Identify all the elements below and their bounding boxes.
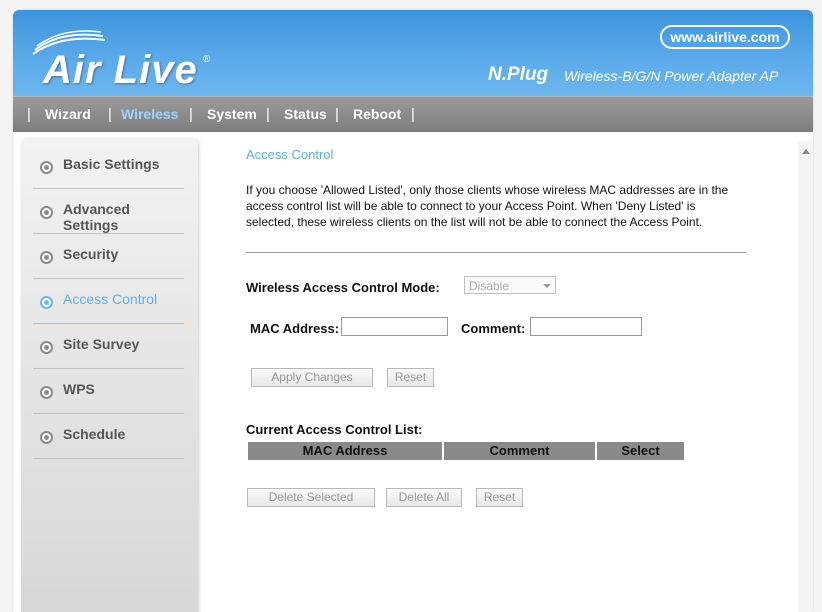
reset-button[interactable]: Reset (387, 368, 434, 387)
nav-separator: | (108, 106, 112, 123)
sidebar-item-schedule[interactable]: Schedule (33, 413, 184, 459)
website-url[interactable]: www.airlive.com (660, 25, 790, 49)
delete-selected-button[interactable]: Delete Selected (247, 488, 375, 507)
nav-wizard[interactable]: Wizard (45, 97, 91, 132)
product-description: Wireless-B/G/N Power Adapter AP (564, 68, 779, 84)
page-title: Access Control (246, 147, 334, 162)
nav-system[interactable]: System (207, 97, 257, 132)
sidebar-item-wps[interactable]: WPS (33, 368, 184, 414)
vertical-scrollbar[interactable] (798, 141, 813, 612)
sidebar-item-advanced-settings[interactable]: Advanced Settings (33, 188, 184, 234)
nav-separator: | (27, 106, 31, 123)
app-frame: Air Live ® www.airlive.com N.Plug Wirele… (13, 10, 813, 612)
sidebar: Basic Settings Advanced Settings Securit… (21, 138, 198, 612)
nav-separator: | (411, 106, 415, 123)
nav-separator: | (266, 106, 270, 123)
sidebar-item-label: WPS (63, 381, 95, 397)
radio-bullet-icon (40, 386, 53, 399)
comment-input[interactable] (530, 317, 642, 336)
mac-address-input[interactable] (341, 317, 448, 336)
model-name: N.Plug (488, 64, 549, 85)
radio-bullet-icon (40, 206, 53, 219)
apply-changes-button[interactable]: Apply Changes (251, 368, 373, 387)
nav-status[interactable]: Status (284, 97, 327, 132)
sidebar-item-label: Site Survey (63, 336, 140, 352)
access-control-mode-select[interactable]: Disable (464, 276, 556, 294)
access-list-title: Current Access Control List: (246, 422, 423, 437)
scroll-up-arrow-icon[interactable] (802, 149, 810, 154)
table-header-mac: MAC Address (248, 442, 442, 460)
page-description: If you choose 'Allowed Listed', only tho… (246, 183, 729, 229)
radio-bullet-icon (40, 251, 53, 264)
top-nav: | Wizard | Wireless | System | Status | … (13, 96, 813, 132)
airlive-logo: Air Live (43, 48, 198, 92)
radio-bullet-icon (40, 431, 53, 444)
access-control-mode-label: Wireless Access Control Mode: (246, 280, 440, 295)
mac-address-label: MAC Address: (250, 321, 340, 336)
nav-separator: | (335, 106, 339, 123)
chevron-down-icon (543, 284, 551, 288)
radio-bullet-icon (40, 161, 53, 174)
logo-registered-mark: ® (203, 54, 211, 65)
header-banner: Air Live ® www.airlive.com N.Plug Wirele… (13, 10, 813, 96)
sidebar-item-label: Schedule (63, 426, 126, 442)
reset-list-button[interactable]: Reset (476, 488, 523, 507)
comment-label: Comment: (461, 321, 526, 336)
table-header-comment: Comment (444, 442, 595, 460)
table-header-select: Select (597, 442, 684, 460)
sidebar-item-label: Access Control (63, 291, 158, 307)
divider (246, 252, 746, 253)
nav-separator: | (189, 106, 193, 123)
radio-bullet-icon (40, 341, 53, 354)
sidebar-item-security[interactable]: Security (33, 233, 184, 279)
sidebar-item-access-control[interactable]: Access Control (33, 278, 184, 324)
sidebar-item-site-survey[interactable]: Site Survey (33, 323, 184, 369)
sidebar-item-label: Advanced Settings (63, 201, 130, 233)
nav-reboot[interactable]: Reboot (353, 97, 401, 132)
radio-bullet-icon (40, 296, 53, 309)
sidebar-item-label: Security (63, 246, 119, 262)
nav-wireless[interactable]: Wireless (121, 97, 178, 132)
sidebar-item-basic-settings[interactable]: Basic Settings (33, 143, 184, 189)
sidebar-item-label: Basic Settings (63, 156, 160, 172)
select-value: Disable (469, 279, 510, 293)
delete-all-button[interactable]: Delete All (386, 488, 462, 507)
